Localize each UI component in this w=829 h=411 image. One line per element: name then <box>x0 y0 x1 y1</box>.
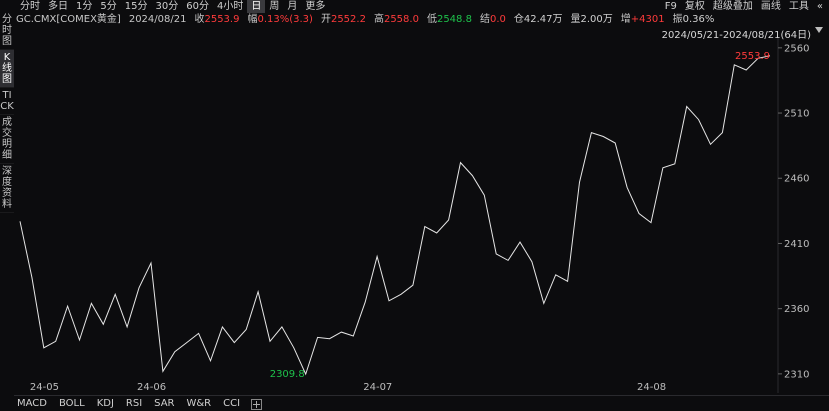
period-tab[interactable]: 5分 <box>96 0 120 13</box>
period-tab[interactable]: 1分 <box>72 0 96 13</box>
bottom-divider <box>14 395 829 396</box>
super-overlay-button[interactable]: 超级叠加 <box>713 0 753 13</box>
period-tab[interactable]: 多日 <box>44 0 72 13</box>
open-interest-field: 仓42.47万 <box>513 14 563 25</box>
draw-line-button[interactable]: 画线 <box>761 0 781 13</box>
left-tab-strip: 分时图 K线图 TICK 成交明细 深度资料 <box>0 12 14 213</box>
period-tab[interactable]: 分时 <box>16 0 44 13</box>
side-tab[interactable]: 成交明细 <box>0 115 14 164</box>
indicator-tab[interactable]: CCI <box>220 397 249 411</box>
y-tick-label: 2510 <box>784 109 809 120</box>
side-tab[interactable]: 分时图 <box>0 12 14 50</box>
indicator-tab[interactable]: W&R <box>183 397 220 411</box>
right-toolbar: F9 复权 超级叠加 画线 工具 « <box>665 0 823 13</box>
period-tab[interactable]: 周 <box>265 0 283 13</box>
high-field: 高2558.0 <box>373 14 419 25</box>
price-series-line <box>19 55 771 376</box>
indicator-bar: MACD BOLL KDJ RSI SAR W&R CCI <box>14 397 263 411</box>
quote-bar: GC.CMX[COMEX黄金] 2024/08/21 收2553.9 幅0.13… <box>16 13 722 26</box>
period-tab[interactable]: 60分 <box>182 0 213 13</box>
max-price-label: 2553.9 <box>735 51 770 62</box>
side-tab[interactable]: 深度资料 <box>0 164 14 213</box>
y-tick-label: 2560 <box>784 43 809 54</box>
y-tick-label: 2310 <box>784 369 809 380</box>
indicator-tab[interactable]: MACD <box>14 397 56 411</box>
quote-date: 2024/08/21 <box>128 14 187 25</box>
x-tick-label: 24-08 <box>637 382 666 393</box>
open-field: 开2552.2 <box>320 14 366 25</box>
period-tab[interactable]: 更多 <box>301 0 329 13</box>
indicator-tab[interactable]: KDJ <box>94 397 123 411</box>
tools-button[interactable]: 工具 <box>789 0 809 13</box>
low-field: 低2548.8 <box>426 14 472 25</box>
period-tab[interactable]: 日 <box>247 0 266 13</box>
increase-field: 增+4301 <box>620 14 665 25</box>
period-tab[interactable]: 4小时 <box>213 0 247 13</box>
amplitude-field: 振0.36% <box>672 14 715 25</box>
close-field: 收2553.9 <box>194 14 240 25</box>
symbol-label: GC.CMX[COMEX黄金] <box>16 14 121 25</box>
fuquan-button[interactable]: 复权 <box>685 0 705 13</box>
period-tab[interactable]: 30分 <box>151 0 182 13</box>
add-indicator-icon[interactable] <box>251 398 263 410</box>
min-price-label: 2309.8 <box>270 369 305 380</box>
y-tick-label: 2360 <box>784 304 809 315</box>
price-line-chart: 2310 2360 2410 2460 2510 2560 24-05 24-06 24-07 2… <box>19 38 809 393</box>
indicator-tab[interactable]: SAR <box>151 397 183 411</box>
x-tick-label: 24-07 <box>363 382 392 393</box>
indicator-tab[interactable]: RSI <box>123 397 151 411</box>
y-tick-label: 2410 <box>784 239 809 250</box>
x-tick-label: 24-05 <box>30 382 59 393</box>
settle-field: 结0.0 <box>479 14 506 25</box>
period-tab[interactable]: 15分 <box>121 0 152 13</box>
f9-button[interactable]: F9 <box>665 0 677 13</box>
change-field: 幅0.13%(3.3) <box>247 14 313 25</box>
range-dropdown-icon[interactable] <box>815 27 823 33</box>
indicator-tab[interactable]: BOLL <box>56 397 94 411</box>
side-tab[interactable]: TICK <box>0 88 14 115</box>
side-tab[interactable]: K线图 <box>0 50 14 88</box>
period-toolbar: 分时 多日 1分 5分 15分 30分 60分 4小时日周月更多 <box>16 0 329 13</box>
period-tab[interactable]: 月 <box>283 0 301 13</box>
collapse-icon[interactable]: « <box>817 0 823 13</box>
volume-field: 量2.00万 <box>570 14 613 25</box>
x-tick-label: 24-06 <box>137 382 166 393</box>
y-tick-label: 2460 <box>784 174 809 185</box>
